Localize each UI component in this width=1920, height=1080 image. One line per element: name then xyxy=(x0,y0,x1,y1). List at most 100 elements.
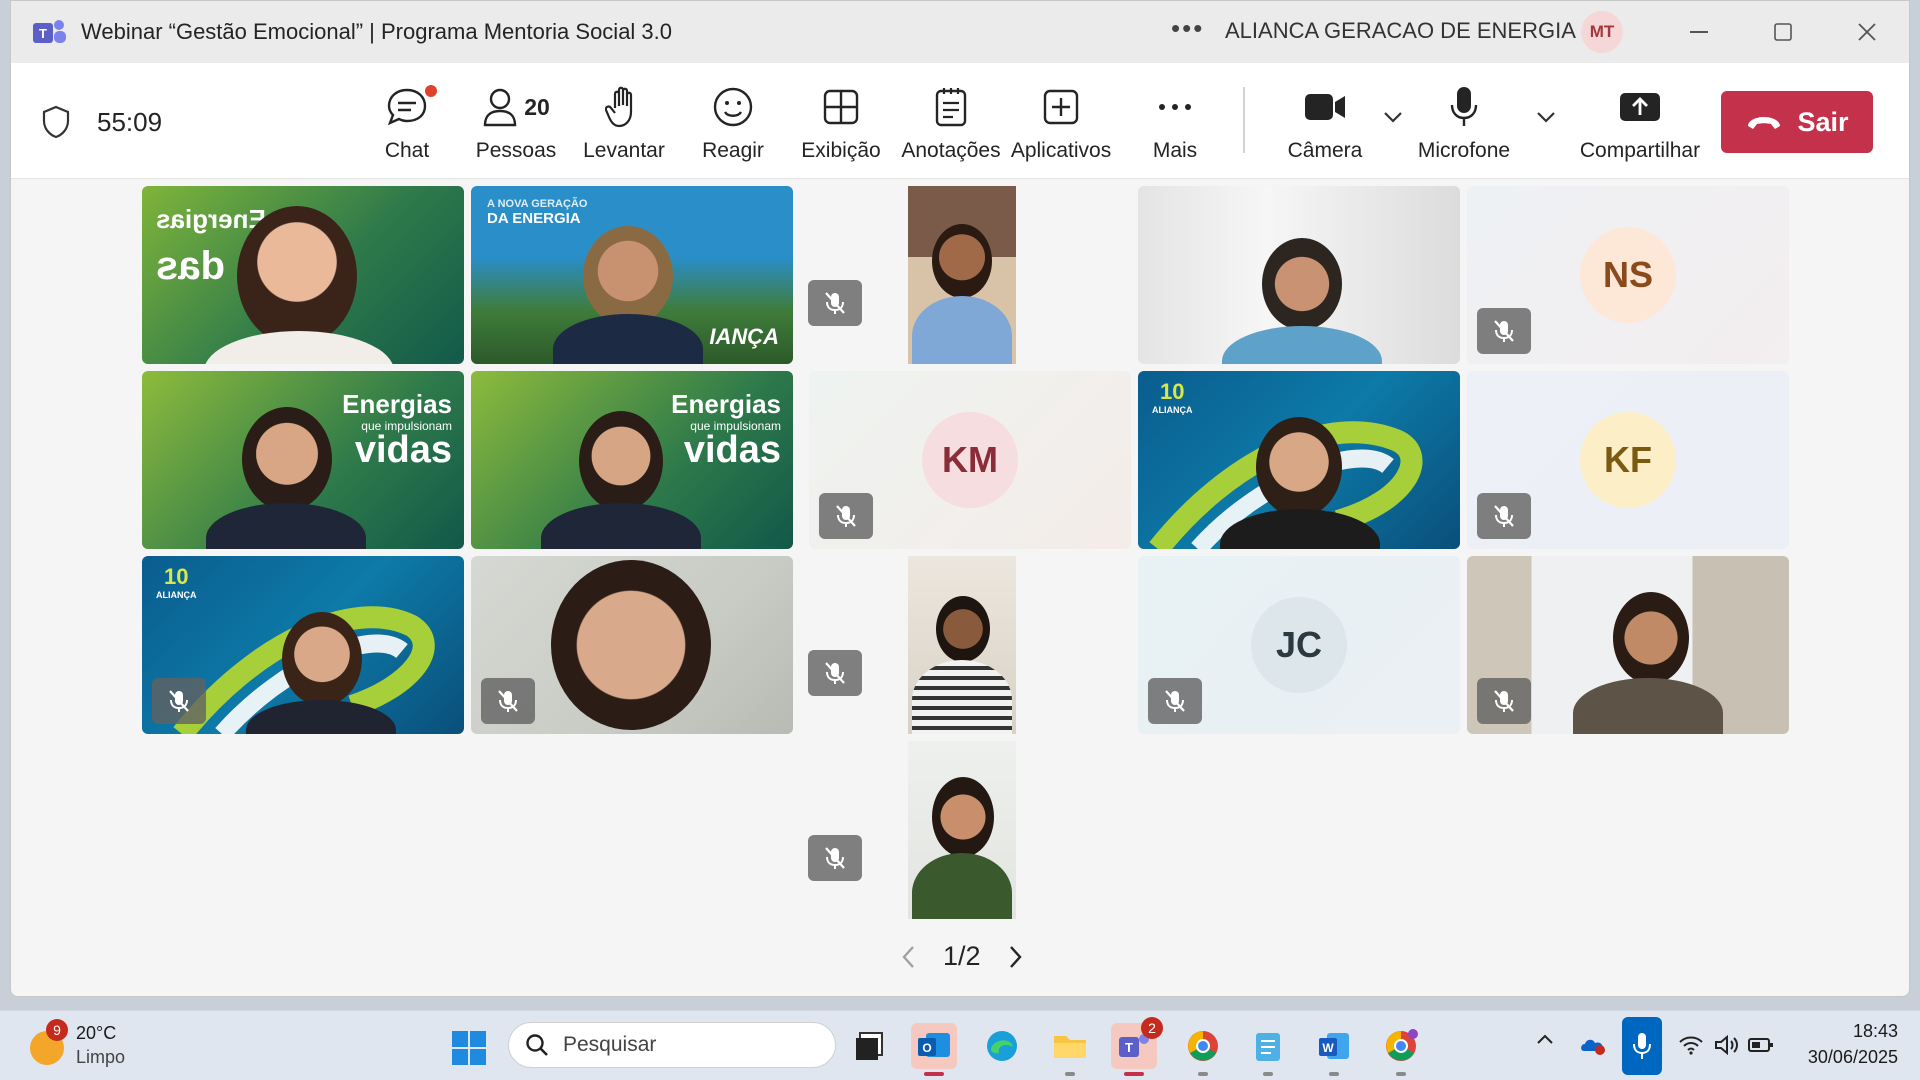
teams-taskbar-icon[interactable]: T 2 xyxy=(1111,1017,1163,1076)
video-gallery: Energias das A NOVA GERAÇÃO DA ENERGIA I… xyxy=(11,179,1909,996)
show-hidden-icons-chevron-icon[interactable] xyxy=(1536,1033,1554,1045)
participant-tile[interactable]: Energias das xyxy=(142,186,464,364)
participant-tile[interactable]: 10 ALIANÇA xyxy=(142,556,464,734)
participant-tile[interactable]: 10 ALIANÇA xyxy=(1138,371,1460,549)
chat-button[interactable]: Chat xyxy=(357,81,457,163)
participant-video xyxy=(1262,238,1342,330)
shield-icon[interactable] xyxy=(41,105,71,139)
more-label: Mais xyxy=(1152,139,1198,162)
mic-off-icon xyxy=(825,847,845,869)
chrome-profile-taskbar-icon[interactable] xyxy=(1378,1023,1424,1076)
edge-taskbar-icon[interactable] xyxy=(979,1023,1025,1069)
more-button[interactable]: Mais xyxy=(1125,81,1225,163)
apps-button[interactable]: Aplicativos xyxy=(1011,81,1111,163)
battery-icon[interactable] xyxy=(1748,1037,1774,1053)
windows-start-icon[interactable] xyxy=(452,1031,486,1065)
user-avatar[interactable]: MT xyxy=(1581,11,1623,53)
next-page-icon[interactable] xyxy=(1009,945,1023,969)
camera-button[interactable]: Câmera xyxy=(1275,81,1375,163)
hang-up-icon xyxy=(1748,117,1781,129)
volume-icon[interactable] xyxy=(1714,1035,1740,1055)
participant-tile[interactable]: KF xyxy=(1467,371,1789,549)
participant-tile[interactable] xyxy=(1138,186,1460,364)
participant-video[interactable] xyxy=(908,556,1016,734)
onedrive-icon[interactable] xyxy=(1580,1035,1606,1055)
participant-tile[interactable]: KM xyxy=(809,371,1131,549)
mic-muted-indicator xyxy=(808,650,862,696)
maximize-icon xyxy=(1774,23,1792,41)
organization-name[interactable]: ALIANCA GERACAO DE ENERGIA xyxy=(1225,18,1576,44)
mic-off-icon xyxy=(498,690,518,712)
share-screen-icon xyxy=(1620,93,1660,121)
background-text: IANÇA xyxy=(709,324,779,349)
participant-shoulders xyxy=(541,503,701,549)
participant-shoulders xyxy=(204,331,394,364)
weather-condition: Limpo xyxy=(76,1047,126,1067)
taskbar-search[interactable]: Pesquisar xyxy=(508,1022,836,1068)
view-button[interactable]: Exibição xyxy=(791,81,891,163)
participant-video[interactable] xyxy=(908,186,1016,364)
notepad-taskbar-icon[interactable] xyxy=(1245,1023,1291,1076)
people-button[interactable]: 20 Pessoas xyxy=(466,81,566,163)
close-button[interactable] xyxy=(1847,15,1887,49)
chat-unread-dot xyxy=(425,85,437,97)
participant-tile[interactable]: Energias que impulsionam vidas xyxy=(142,371,464,549)
chrome-icon xyxy=(1386,1029,1418,1061)
participant-tile[interactable]: JC xyxy=(1138,556,1460,734)
view-label: Exibição xyxy=(801,139,881,162)
participant-shoulders xyxy=(1222,326,1382,364)
share-button[interactable]: Compartilhar xyxy=(1580,81,1700,163)
mic-muted-indicator xyxy=(808,280,862,326)
participant-tile[interactable]: NS xyxy=(1467,186,1789,364)
minimize-button[interactable] xyxy=(1679,15,1719,49)
raise-hand-button[interactable]: Levantar xyxy=(574,81,674,163)
participant-shoulders xyxy=(1573,678,1723,734)
react-button[interactable]: Reagir xyxy=(683,81,783,163)
teams-notification-badge: 2 xyxy=(1141,1017,1163,1039)
file-explorer-taskbar-icon[interactable] xyxy=(1047,1023,1093,1076)
participant-face xyxy=(932,777,994,857)
toolbar-divider xyxy=(1243,87,1245,153)
background-text: ALIANÇA xyxy=(1152,405,1193,415)
participant-video xyxy=(237,206,357,346)
close-icon xyxy=(1858,23,1876,41)
participant-shoulders xyxy=(912,296,1012,364)
participant-tile[interactable] xyxy=(1467,556,1789,734)
notes-button[interactable]: Anotações xyxy=(901,81,1001,163)
svg-text:T: T xyxy=(1125,1040,1133,1055)
minimize-icon xyxy=(1690,31,1708,33)
word-taskbar-icon[interactable]: W xyxy=(1311,1023,1357,1076)
leave-button[interactable]: Sair xyxy=(1721,91,1873,153)
mic-muted-indicator xyxy=(808,835,862,881)
word-icon: W xyxy=(1319,1033,1349,1059)
participant-tile[interactable] xyxy=(471,556,793,734)
microphone-options-chevron-icon[interactable] xyxy=(1536,111,1556,123)
previous-page-icon[interactable] xyxy=(901,945,915,969)
mic-muted-indicator xyxy=(819,493,873,539)
more-options-button[interactable]: ••• xyxy=(1171,13,1204,44)
background-text: Energias xyxy=(671,389,781,419)
leave-label: Sair xyxy=(1797,106,1849,137)
clock-time[interactable]: 18:43 xyxy=(1828,1021,1898,1042)
search-icon xyxy=(526,1034,548,1056)
task-view-button[interactable] xyxy=(846,1023,892,1069)
participant-video xyxy=(242,407,332,511)
outlook-taskbar-icon[interactable]: O xyxy=(911,1023,957,1076)
running-indicator xyxy=(1065,1072,1075,1076)
clock-date[interactable]: 30/06/2025 xyxy=(1790,1047,1898,1068)
more-dots-icon xyxy=(1159,104,1191,110)
maximize-button[interactable] xyxy=(1763,15,1803,49)
mic-muted-indicator xyxy=(1477,308,1531,354)
participant-video[interactable] xyxy=(908,741,1016,919)
camera-options-chevron-icon[interactable] xyxy=(1383,111,1403,123)
participant-tile[interactable]: Energias que impulsionam vidas xyxy=(471,371,793,549)
outlook-icon: O xyxy=(918,1033,950,1057)
wifi-icon[interactable] xyxy=(1678,1035,1704,1055)
chrome-taskbar-icon[interactable] xyxy=(1180,1023,1226,1076)
participant-tile[interactable]: A NOVA GERAÇÃO DA ENERGIA IANÇA xyxy=(471,186,793,364)
weather-temperature: 20°C xyxy=(76,1023,117,1043)
microphone-button[interactable]: Microfone xyxy=(1414,81,1514,163)
mic-off-icon xyxy=(836,505,856,527)
participant-video xyxy=(1256,417,1342,517)
microphone-in-use-indicator[interactable] xyxy=(1622,1017,1662,1075)
